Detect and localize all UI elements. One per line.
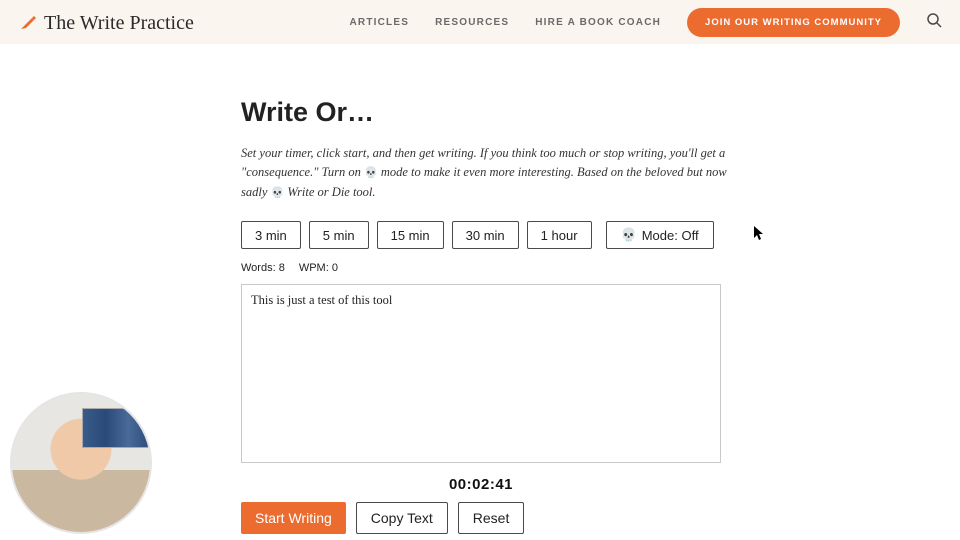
brand-name: The Write Practice xyxy=(44,12,194,35)
wpm: WPM: 0 xyxy=(299,262,338,274)
main-nav: ARTICLES RESOURCES HIRE A BOOK COACH JOI… xyxy=(350,0,901,44)
preset-3min-button[interactable]: 3 min xyxy=(241,221,301,249)
reset-button[interactable]: Reset xyxy=(458,502,525,534)
nav-resources[interactable]: RESOURCES xyxy=(435,17,509,28)
mouse-cursor-icon xyxy=(754,226,766,242)
preset-15min-button[interactable]: 15 min xyxy=(377,221,444,249)
search-icon[interactable] xyxy=(926,12,942,28)
page-title: Write Or… xyxy=(241,97,729,128)
timer-presets: 3 min 5 min 15 min 30 min 1 hour 💀 Mode:… xyxy=(241,221,729,249)
preset-1hour-button[interactable]: 1 hour xyxy=(527,221,592,249)
action-buttons: Start Writing Copy Text Reset xyxy=(241,502,729,534)
writing-textarea[interactable] xyxy=(241,284,721,463)
page-description: Set your timer, click start, and then ge… xyxy=(241,144,729,203)
nav-hire-coach[interactable]: HIRE A BOOK COACH xyxy=(535,17,661,28)
presenter-webcam xyxy=(10,392,152,534)
preset-5min-button[interactable]: 5 min xyxy=(309,221,369,249)
nav-articles[interactable]: ARTICLES xyxy=(350,17,410,28)
site-header: The Write Practice ARTICLES RESOURCES HI… xyxy=(0,0,960,44)
start-writing-button[interactable]: Start Writing xyxy=(241,502,346,534)
main-content: Write Or… Set your timer, click start, a… xyxy=(241,44,729,534)
skull-icon: 💀 xyxy=(364,167,378,179)
skull-mode-toggle[interactable]: 💀 Mode: Off xyxy=(606,221,714,249)
skull-icon: 💀 xyxy=(621,227,637,243)
timer-display: 00:02:41 xyxy=(241,476,721,493)
skull-icon: 💀 xyxy=(271,187,285,199)
pencil-icon xyxy=(18,12,38,32)
nav-join-cta[interactable]: JOIN OUR WRITING COMMUNITY xyxy=(687,8,900,37)
word-count: Words: 8 xyxy=(241,262,285,274)
desc-part-c: Write or Die tool. xyxy=(284,185,375,199)
brand-logo[interactable]: The Write Practice xyxy=(18,11,194,34)
mode-label: Mode: Off xyxy=(642,228,699,243)
preset-30min-button[interactable]: 30 min xyxy=(452,221,519,249)
stats-row: Words: 8 WPM: 0 xyxy=(241,262,729,274)
copy-text-button[interactable]: Copy Text xyxy=(356,502,448,534)
